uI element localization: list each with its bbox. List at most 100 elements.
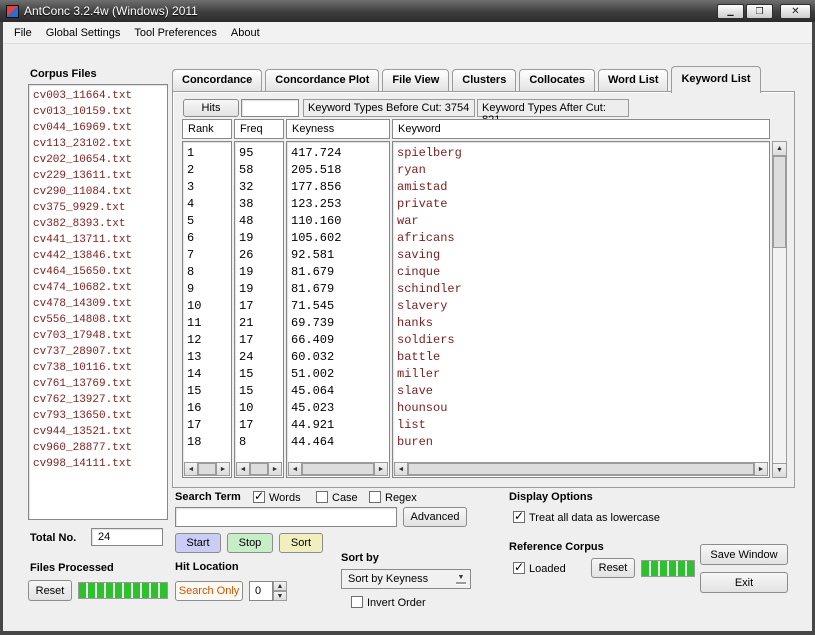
menu-file[interactable]: File <box>7 24 39 42</box>
scrollbar-thumb[interactable] <box>250 463 268 475</box>
rank-cell[interactable]: 12 <box>187 332 229 349</box>
freq-cell[interactable]: 19 <box>239 281 281 298</box>
corpus-file-item[interactable]: cv441_13711.txt <box>33 232 165 248</box>
scroll-right-icon[interactable] <box>216 462 230 476</box>
keyness-cell[interactable]: 417.724 <box>291 145 387 162</box>
corpus-file-item[interactable]: cv793_13650.txt <box>33 408 165 424</box>
freq-cell[interactable]: 21 <box>239 315 281 332</box>
scroll-up-icon[interactable] <box>773 142 786 156</box>
hits-button[interactable]: Hits <box>183 99 239 117</box>
corpus-file-item[interactable]: cv375_9929.txt <box>33 200 165 216</box>
rank-cell[interactable]: 13 <box>187 349 229 366</box>
keyness-cell[interactable]: 44.464 <box>291 434 387 451</box>
case-checkbox[interactable] <box>316 491 328 503</box>
menu-about[interactable]: About <box>224 24 267 42</box>
keyness-cell[interactable]: 92.581 <box>291 247 387 264</box>
freq-cell[interactable]: 26 <box>239 247 281 264</box>
keyword-cell[interactable]: list <box>397 417 767 434</box>
keyness-cell[interactable]: 123.253 <box>291 196 387 213</box>
scroll-left-icon[interactable] <box>184 462 198 476</box>
scroll-right-icon[interactable] <box>268 462 282 476</box>
files-reset-button[interactable]: Reset <box>28 580 72 601</box>
keyness-cell[interactable]: 45.023 <box>291 400 387 417</box>
keyword-cell[interactable]: africans <box>397 230 767 247</box>
rank-cell[interactable]: 5 <box>187 213 229 230</box>
loaded-checkbox[interactable] <box>513 562 525 574</box>
regex-checkbox[interactable] <box>369 491 381 503</box>
spinner-down-icon[interactable] <box>273 591 287 601</box>
keyword-cell[interactable]: hanks <box>397 315 767 332</box>
tab-concordance[interactable]: Concordance <box>172 69 262 91</box>
keyword-cell[interactable]: hounsou <box>397 400 767 417</box>
freq-cell[interactable]: 17 <box>239 417 281 434</box>
rank-cell[interactable]: 11 <box>187 315 229 332</box>
words-checkbox[interactable] <box>253 491 265 503</box>
rank-cell[interactable]: 7 <box>187 247 229 264</box>
stop-button[interactable]: Stop <box>227 533 273 553</box>
rank-cell[interactable]: 10 <box>187 298 229 315</box>
keyword-cell[interactable]: soldiers <box>397 332 767 349</box>
corpus-file-item[interactable]: cv998_14111.txt <box>33 456 165 472</box>
scrollbar-thumb[interactable] <box>773 156 786 248</box>
corpus-file-item[interactable]: cv464_15650.txt <box>33 264 165 280</box>
rank-cell[interactable]: 17 <box>187 417 229 434</box>
minimize-button[interactable] <box>717 4 744 19</box>
keyword-cell[interactable]: amistad <box>397 179 767 196</box>
rank-cell[interactable]: 9 <box>187 281 229 298</box>
freq-cell[interactable]: 38 <box>239 196 281 213</box>
search-only-button[interactable]: Search Only <box>175 581 243 601</box>
corpus-file-item[interactable]: cv703_17948.txt <box>33 328 165 344</box>
corpus-file-item[interactable]: cv478_14309.txt <box>33 296 165 312</box>
rank-cell[interactable]: 14 <box>187 366 229 383</box>
keyness-cell[interactable]: 81.679 <box>291 264 387 281</box>
corpus-file-item[interactable]: cv442_13846.txt <box>33 248 165 264</box>
spinner-up-icon[interactable] <box>273 581 287 591</box>
lowercase-checkbox[interactable] <box>513 511 525 523</box>
freq-cell[interactable]: 17 <box>239 298 281 315</box>
freq-cell[interactable]: 19 <box>239 264 281 281</box>
rank-cell[interactable]: 18 <box>187 434 229 451</box>
keyword-v-scrollbar[interactable] <box>772 141 787 478</box>
corpus-file-item[interactable]: cv013_10159.txt <box>33 104 165 120</box>
reference-reset-button[interactable]: Reset <box>591 558 635 578</box>
freq-cell[interactable]: 58 <box>239 162 281 179</box>
keyness-cell[interactable]: 205.518 <box>291 162 387 179</box>
rank-cell[interactable]: 16 <box>187 400 229 417</box>
scroll-left-icon[interactable] <box>288 462 302 476</box>
keyness-cell[interactable]: 44.921 <box>291 417 387 434</box>
rank-cell[interactable]: 2 <box>187 162 229 179</box>
hit-position-spinner[interactable]: 0 <box>249 581 287 601</box>
corpus-file-item[interactable]: cv229_13611.txt <box>33 168 165 184</box>
keyword-cell[interactable]: buren <box>397 434 767 451</box>
rank-cell[interactable]: 15 <box>187 383 229 400</box>
freq-cell[interactable]: 19 <box>239 230 281 247</box>
corpus-file-item[interactable]: cv290_11084.txt <box>33 184 165 200</box>
sort-button[interactable]: Sort <box>279 533 323 553</box>
tab-file-view[interactable]: File View <box>382 69 449 91</box>
freq-cell[interactable]: 24 <box>239 349 281 366</box>
invert-order-checkbox[interactable] <box>351 596 363 608</box>
scrollbar-thumb[interactable] <box>198 463 216 475</box>
corpus-file-item[interactable]: cv474_10682.txt <box>33 280 165 296</box>
keyness-cell[interactable]: 45.064 <box>291 383 387 400</box>
keyness-cell[interactable]: 105.602 <box>291 230 387 247</box>
freq-cell[interactable]: 48 <box>239 213 281 230</box>
scroll-left-icon[interactable] <box>236 462 250 476</box>
keyword-h-scrollbar[interactable] <box>394 462 768 476</box>
spinner-value[interactable]: 0 <box>249 581 273 601</box>
menu-global-settings[interactable]: Global Settings <box>39 24 128 42</box>
scroll-right-icon[interactable] <box>754 462 768 476</box>
keyword-cell[interactable]: private <box>397 196 767 213</box>
rank-cell[interactable]: 1 <box>187 145 229 162</box>
tab-keyword-list[interactable]: Keyword List <box>671 66 760 93</box>
keyness-cell[interactable]: 71.545 <box>291 298 387 315</box>
scrollbar-thumb[interactable] <box>408 463 754 475</box>
keyword-cell[interactable]: saving <box>397 247 767 264</box>
corpus-file-item[interactable]: cv003_11664.txt <box>33 88 165 104</box>
freq-cell[interactable]: 10 <box>239 400 281 417</box>
rank-cell[interactable]: 3 <box>187 179 229 196</box>
corpus-file-item[interactable]: cv113_23102.txt <box>33 136 165 152</box>
keyword-cell[interactable]: ryan <box>397 162 767 179</box>
maximize-button[interactable] <box>746 4 773 19</box>
keyword-cell[interactable]: spielberg <box>397 145 767 162</box>
